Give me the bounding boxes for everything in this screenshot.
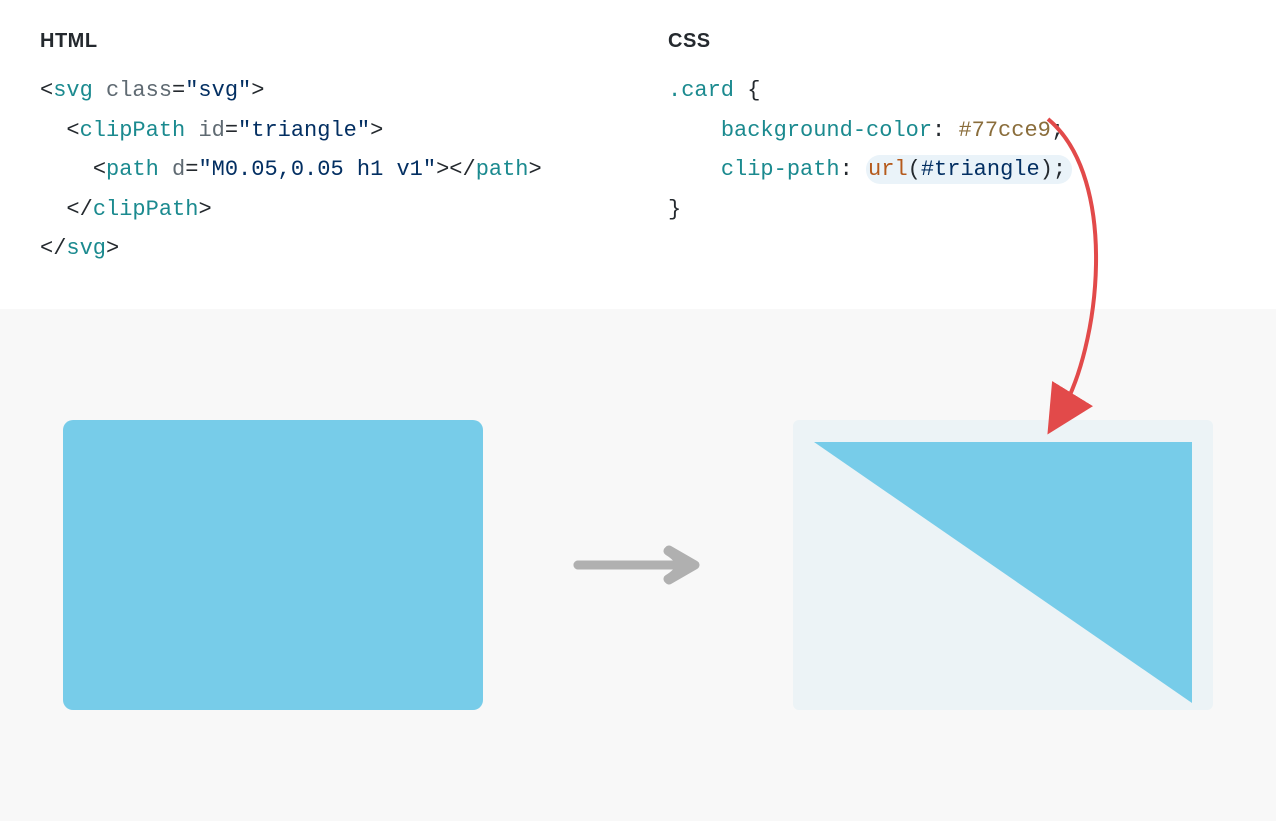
code-text: "M0.05,0.05 h1 v1" (198, 157, 436, 182)
clipped-triangle (793, 420, 1213, 710)
code-text: "svg" (185, 78, 251, 103)
code-text: svg (66, 236, 106, 261)
code-section: HTML <svg class="svg"> <clipPath id="tri… (0, 0, 1276, 309)
code-text: : (840, 157, 866, 182)
code-text: clipPath (93, 197, 199, 222)
code-text: < (93, 157, 106, 182)
arrow-right-icon (573, 545, 703, 585)
code-text: ( (908, 157, 921, 182)
code-text: > (370, 118, 383, 143)
code-text: ; (1053, 157, 1066, 182)
css-code-block: .card { background-color: #77cce9; clip-… (668, 71, 1236, 229)
html-heading: HTML (40, 30, 608, 53)
code-text: = (185, 157, 198, 182)
code-text: #triangle (921, 157, 1040, 182)
code-text: ; (1051, 118, 1064, 143)
code-text (185, 118, 198, 143)
code-text: path (106, 157, 159, 182)
demo-section (0, 309, 1276, 821)
code-text (159, 157, 172, 182)
code-text: = (225, 118, 238, 143)
card-after (793, 420, 1213, 710)
code-text: url (868, 157, 908, 182)
code-text: background-color (721, 118, 932, 143)
code-text: </ (40, 236, 66, 261)
css-heading: CSS (668, 30, 1236, 53)
code-text: > (436, 157, 449, 182)
code-text: d (172, 157, 185, 182)
code-text: clipPath (80, 118, 186, 143)
code-text: </ (449, 157, 475, 182)
code-text: id (198, 118, 224, 143)
code-text: ) (1040, 157, 1053, 182)
code-text: > (198, 197, 211, 222)
card-before (63, 420, 483, 710)
code-text: } (668, 197, 681, 222)
highlighted-code: url(#triangle); (866, 155, 1072, 184)
code-text (93, 78, 106, 103)
code-text: > (529, 157, 542, 182)
code-text: class (106, 78, 172, 103)
html-code-block: <svg class="svg"> <clipPath id="triangle… (40, 71, 608, 269)
html-column: HTML <svg class="svg"> <clipPath id="tri… (40, 30, 608, 269)
code-text: #77cce9 (958, 118, 1050, 143)
code-text: </ (66, 197, 92, 222)
code-text: clip-path (721, 157, 840, 182)
code-text: < (66, 118, 79, 143)
code-text: .card (668, 78, 734, 103)
code-text: { (734, 78, 760, 103)
code-text: < (40, 78, 53, 103)
code-text: : (932, 118, 958, 143)
css-column: CSS .card { background-color: #77cce9; c… (668, 30, 1236, 269)
code-text: = (172, 78, 185, 103)
code-text: svg (53, 78, 93, 103)
code-text: "triangle" (238, 118, 370, 143)
code-text: path (476, 157, 529, 182)
code-text: > (251, 78, 264, 103)
code-text: > (106, 236, 119, 261)
